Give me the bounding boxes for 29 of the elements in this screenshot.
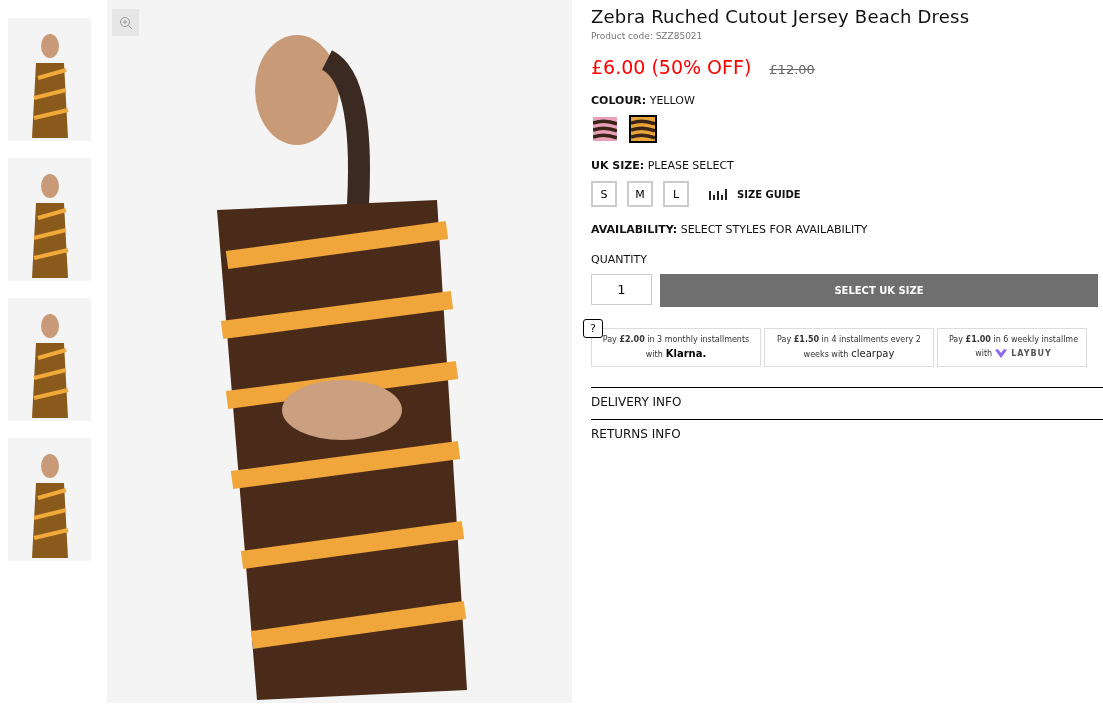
quantity-field[interactable]: 1 xyxy=(591,274,652,305)
accordion-header[interactable]: DELIVERY INFO xyxy=(591,387,1103,411)
sale-price: £6.00 (50% OFF) xyxy=(591,56,752,78)
size-guide-link[interactable]: SIZE GUIDE xyxy=(709,188,801,200)
zoom-in-icon xyxy=(118,15,133,30)
size-option[interactable]: S xyxy=(591,181,617,207)
select-size-button[interactable]: SELECT UK SIZE xyxy=(660,274,1098,307)
colour-swatch[interactable] xyxy=(629,115,657,143)
availability-label: AVAILABILITY: xyxy=(591,223,678,236)
payment-text: Pay £1.00 in 6 weekly installme with LAYBUY xyxy=(947,334,1080,361)
payment-text: Pay £2.00 in 3 monthly installments with Klarna. xyxy=(601,334,751,361)
colour-value: YELLOW xyxy=(649,94,695,107)
quantity-label: QUANTITY xyxy=(591,253,648,266)
colour-label: COLOUR: xyxy=(591,94,647,107)
photo-placeholder[interactable] xyxy=(8,18,91,141)
photo-placeholder[interactable] xyxy=(8,158,91,281)
accordion-header[interactable]: RETURNS INFO xyxy=(591,419,1103,443)
size-option[interactable]: L xyxy=(663,181,689,207)
payment-text: Pay £1.50 in 4 installments every 2 weeks with clearpay xyxy=(776,334,922,361)
help-button[interactable]: ? xyxy=(583,319,603,338)
photo-placeholder[interactable] xyxy=(8,438,91,561)
photo-placeholder[interactable] xyxy=(8,298,91,421)
availability-value: SELECT STYLES FOR AVAILABILITY xyxy=(680,223,868,236)
size-value: PLEASE SELECT xyxy=(647,159,734,172)
size-label: UK SIZE: xyxy=(591,159,645,172)
size-option[interactable]: M xyxy=(627,181,653,207)
original-price: £12.00 xyxy=(769,62,815,77)
product-code: Product code: SZZ85021 xyxy=(591,31,704,41)
product-title: Zebra Ruched Cutout Jersey Beach Dress xyxy=(591,6,971,27)
